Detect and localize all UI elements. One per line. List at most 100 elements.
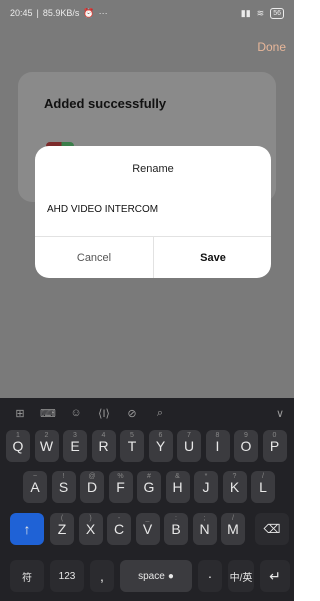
status-bar: 20:45 | 85.9KB/s ⏰ ··· ▮▮ ≋ 56 — [0, 0, 294, 26]
key-t[interactable]: 5T — [120, 430, 144, 462]
key-c[interactable]: -C — [107, 513, 131, 545]
microphone-icon: ● — [167, 570, 174, 582]
search-icon[interactable]: ⌕ — [146, 407, 174, 420]
key-d[interactable]: @ D — [80, 471, 104, 503]
keyboard-row: ~ A! S @ D% F # G & H * J? K / L — [0, 471, 294, 505]
key-f[interactable]: % F — [108, 471, 133, 503]
key-hint: 6 — [158, 432, 163, 439]
key-v[interactable]: _ V — [135, 513, 160, 545]
key-hint: 2 — [44, 432, 49, 439]
key-s[interactable]: ! S — [51, 471, 76, 503]
card-title: Added successfully — [44, 96, 167, 111]
key-m[interactable]: / M — [221, 513, 245, 545]
key-hint: ) — [89, 515, 92, 522]
key-label: L — [259, 479, 267, 495]
key-hint: ( — [60, 515, 64, 522]
cursor-icon[interactable]: ⟨I⟩ — [90, 407, 118, 420]
key-hint: ; — [203, 515, 206, 522]
key-hint: 0 — [272, 432, 277, 439]
alarm-icon: ⏰ — [83, 7, 95, 18]
key-hint: 4 — [101, 432, 106, 439]
key-hint: : — [175, 515, 177, 522]
key-hint: * — [204, 473, 208, 480]
emoji-icon[interactable]: ☺ — [62, 407, 90, 419]
key-label: C — [113, 521, 125, 537]
enter-key[interactable]: ↵ — [260, 560, 290, 592]
key-label: X — [85, 521, 96, 537]
cancel-button[interactable]: Cancel — [35, 237, 153, 278]
rename-dialog: Rename Cancel Save — [35, 146, 271, 278]
key-label: A — [30, 479, 40, 495]
key-o[interactable]: 9O — [234, 430, 258, 462]
key-hint: - — [117, 515, 121, 522]
signal-icon: ▮▮ — [240, 7, 251, 18]
clipboard-icon[interactable]: ⊘ — [118, 407, 146, 420]
battery-icon: 56 — [270, 7, 284, 19]
key-label: V — [142, 521, 153, 537]
language-switch-key[interactable]: 中/英 — [228, 560, 254, 592]
key-label: T — [127, 438, 137, 454]
key-label: P — [269, 438, 280, 454]
symbol-key[interactable]: 符 — [10, 560, 44, 592]
network-speed: 85.9KB/s — [42, 8, 80, 18]
key-label: E — [70, 438, 80, 454]
key-g[interactable]: # G — [137, 471, 161, 503]
status-time: 20:45 — [10, 8, 33, 18]
key-y[interactable]: 6Y — [148, 430, 173, 462]
key-k[interactable]: ? K — [222, 471, 247, 503]
key-label: R — [98, 438, 109, 454]
key-label: G — [143, 479, 155, 495]
wifi-icon: ≋ — [256, 7, 265, 18]
key-h[interactable]: & H — [165, 471, 190, 503]
space-label: space — [138, 570, 165, 582]
key-n[interactable]: ; N — [192, 513, 217, 545]
key-hint: ? — [232, 473, 237, 480]
key-hint: 7 — [187, 432, 191, 439]
numbers-key[interactable]: 123 — [50, 560, 84, 592]
key-hint: _ — [145, 515, 150, 522]
key-hint: 9 — [244, 432, 248, 439]
key-hint: % — [117, 473, 124, 480]
key-hint: # — [147, 473, 151, 480]
key-hint: 1 — [16, 432, 20, 439]
keyboard-row: 符 123 , space ● · 中/英 ↵ — [0, 560, 294, 594]
key-p[interactable]: 0P — [262, 430, 287, 462]
key-label: Q — [12, 438, 24, 454]
more-notifications: ··· — [98, 8, 108, 18]
keyboard-icon[interactable]: ⌨ — [34, 407, 62, 420]
key-r[interactable]: 4R — [91, 430, 116, 462]
key-x[interactable]: ) X — [78, 513, 103, 545]
key-b[interactable]: :B — [164, 513, 188, 545]
keyboard-row: 1Q2W3E4R5T6Y7U8I9O0P — [0, 430, 294, 464]
key-hint: 3 — [73, 432, 77, 439]
name-input[interactable] — [47, 204, 259, 215]
space-key[interactable]: space ● — [120, 560, 192, 592]
key-hint: 5 — [130, 432, 134, 439]
key-e[interactable]: 3E — [63, 430, 87, 462]
collapse-icon[interactable]: ∨ — [276, 407, 284, 420]
shift-key[interactable]: ↑ — [10, 513, 44, 545]
key-label: D — [86, 479, 98, 495]
key-label: M — [227, 521, 239, 537]
period-key[interactable]: · — [198, 560, 222, 592]
keyboard-toolbar: ⊞ ⌨ ☺ ⟨I⟩ ⊘ ⌕ ∨ — [0, 398, 294, 428]
key-u[interactable]: 7U — [177, 430, 201, 462]
key-a[interactable]: ~ A — [23, 471, 47, 503]
save-button[interactable]: Save — [154, 237, 272, 278]
key-j[interactable]: * J — [194, 471, 218, 503]
key-hint: ~ — [32, 473, 38, 480]
done-button[interactable]: Done — [257, 40, 286, 54]
key-w[interactable]: 2W — [34, 430, 59, 462]
backspace-key[interactable]: ⌫ — [255, 513, 289, 545]
key-z[interactable]: (Z — [50, 513, 74, 545]
soft-keyboard: ⊞ ⌨ ☺ ⟨I⟩ ⊘ ⌕ ∨ 1Q2W3E4R5T6Y7U8I9O0P ~ A!… — [0, 398, 294, 601]
key-hint: / — [232, 515, 234, 522]
comma-key[interactable]: , — [90, 560, 114, 592]
keyboard-row: ↑ ⌫ (Z) X - C _ V: B; N / M — [0, 513, 294, 547]
key-q[interactable]: 1Q — [6, 430, 30, 462]
grid-icon[interactable]: ⊞ — [6, 407, 34, 420]
key-i[interactable]: 8I — [205, 430, 230, 462]
dialog-title: Rename — [132, 163, 174, 175]
key-l[interactable]: / L — [251, 471, 275, 503]
key-label: Z — [57, 521, 67, 537]
